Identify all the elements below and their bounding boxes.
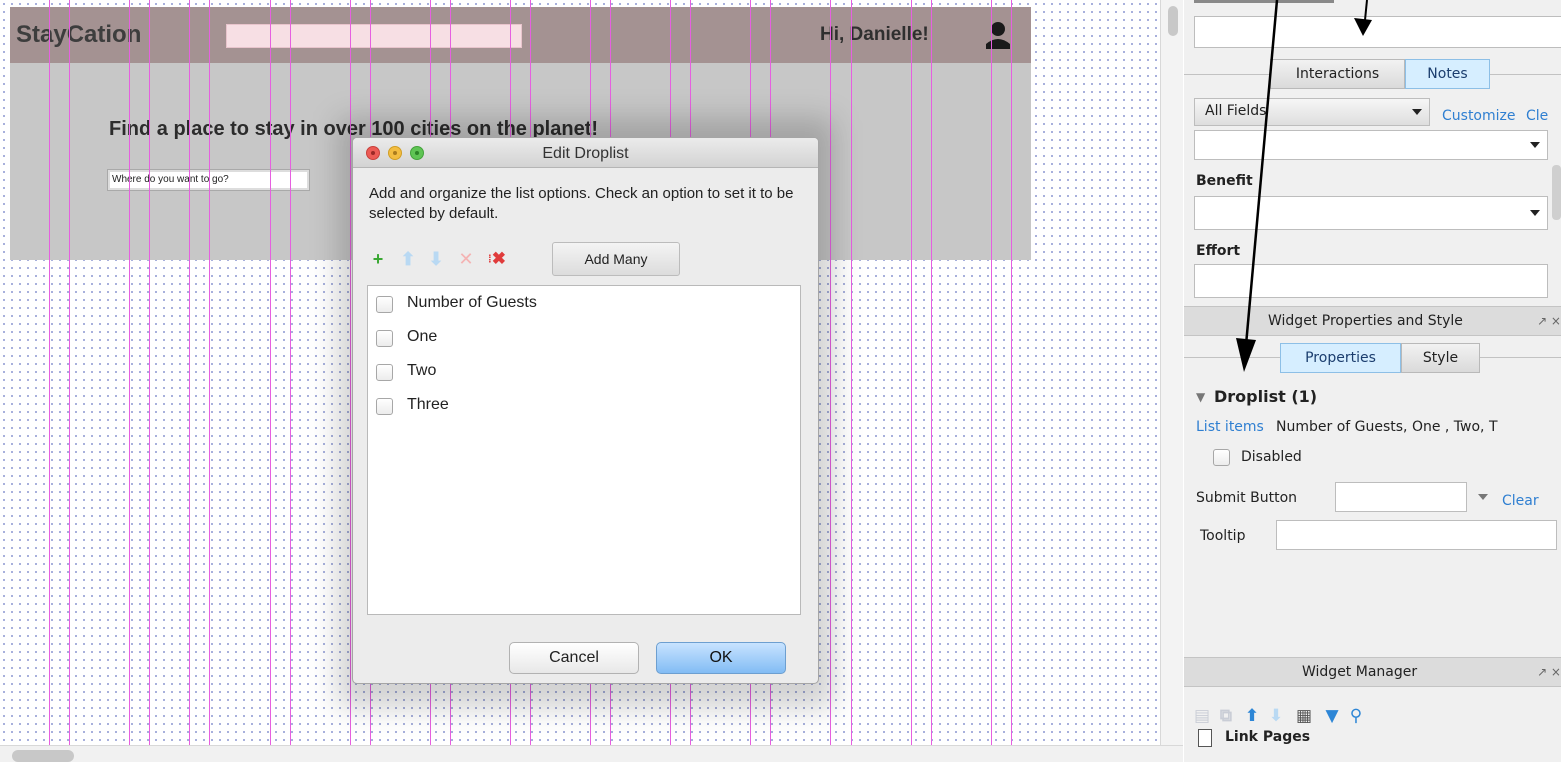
panel-title: Widget Manager [1302,664,1418,680]
option-label: Two [407,362,437,379]
scroll-thumb[interactable] [1168,6,1178,36]
divider [1480,357,1561,358]
widget-properties-header: Widget Properties and Style ↗ × [1184,306,1561,336]
tooltip-input[interactable] [1276,520,1557,550]
divider [1490,74,1561,75]
delete-widget-icon[interactable]: ▦ [1294,706,1314,726]
link-pages-label: Link Pages [1225,729,1311,745]
filter-icon[interactable]: ▼ [1322,706,1342,726]
submit-button-label: Submit Button [1196,490,1298,506]
chevron-down-icon[interactable] [1478,494,1488,500]
cancel-button[interactable]: Cancel [509,642,639,674]
truncated-field-label [1194,0,1334,3]
droplist-name-input[interactable] [1194,16,1561,48]
scroll-thumb[interactable] [12,750,74,762]
chevron-down-icon [1530,210,1540,216]
divider [1184,357,1280,358]
arrow-up-icon[interactable]: ⬆ [399,250,417,268]
arrow-down-icon[interactable]: ⬇ [1266,706,1286,726]
panel-title: Widget Properties and Style [1268,313,1463,329]
benefit-label: Benefit [1196,173,1253,189]
page-icon[interactable]: ▤ [1192,706,1212,726]
list-item[interactable]: Number of Guests [376,292,796,316]
divider [1184,74,1270,75]
tab-properties[interactable]: Properties [1280,343,1401,373]
destination-input[interactable]: Where do you want to go? [107,169,310,191]
note-field-select[interactable] [1194,130,1548,160]
list-items-link[interactable]: List items [1196,419,1264,435]
default-checkbox[interactable] [376,330,393,347]
document-icon [1198,729,1212,747]
tab-interactions[interactable]: Interactions [1270,59,1405,89]
dialog-instructions: Add and organize the list options. Check… [369,185,794,222]
default-checkbox[interactable] [376,296,393,313]
list-item[interactable]: Two [376,360,796,384]
options-list[interactable]: Number of Guests One Two Three [367,285,801,615]
tooltip-label: Tooltip [1200,528,1246,544]
chevron-down-icon [1412,109,1422,115]
brand-logo: StayCation [16,21,142,48]
effort-label: Effort [1196,243,1241,259]
delete-icon[interactable]: ✕ [457,250,475,268]
widget-manager-header: Widget Manager ↗ × [1184,657,1561,687]
dialog-title: Edit Droplist [542,145,629,162]
chevron-down-icon [1530,142,1540,148]
default-checkbox[interactable] [376,398,393,415]
benefit-select[interactable] [1194,196,1548,230]
list-item[interactable]: One [376,326,796,350]
clear-link[interactable]: Clear [1502,493,1539,509]
arrow-up-icon[interactable]: ⬆ [1242,706,1262,726]
default-checkbox[interactable] [376,364,393,381]
plus-icon[interactable]: + [369,250,387,268]
tab-notes[interactable]: Notes [1405,59,1490,89]
list-toolbar: + ⬆ ⬇ ✕ ⁞✖ Add Many [369,242,689,276]
user-icon[interactable] [983,20,1013,50]
header-search-box[interactable] [226,24,522,48]
submit-button-input[interactable] [1335,482,1467,512]
ok-button[interactable]: OK [656,642,786,674]
canvas-horizontal-scrollbar[interactable] [0,745,1183,762]
triangle-down-icon[interactable]: ▼ [1196,390,1205,404]
section-title: Droplist (1) [1214,387,1318,406]
customize-link[interactable]: Customize [1442,108,1516,124]
option-label: Number of Guests [407,294,537,311]
panel-scroll-thumb[interactable] [1552,165,1561,220]
panel-window-controls[interactable]: ↗ × [1537,665,1561,679]
panel-window-controls[interactable]: ↗ × [1537,314,1561,328]
effort-input[interactable] [1194,264,1548,298]
canvas-vertical-scrollbar[interactable] [1160,0,1183,745]
fields-filter-value: All Fields [1205,103,1267,119]
inspector-panel: Interactions Notes All Fields Customize … [1184,0,1561,762]
disabled-checkbox[interactable] [1213,449,1230,466]
copy-icon[interactable]: ⧉ [1216,706,1236,726]
arrow-down-icon[interactable]: ⬇ [427,250,445,268]
search-icon[interactable]: ⚲ [1346,706,1366,726]
disabled-label: Disabled [1241,449,1302,465]
option-label: Three [407,396,449,413]
option-label: One [407,328,438,345]
list-item[interactable]: Three [376,394,796,418]
fields-filter-select[interactable]: All Fields [1194,98,1430,126]
add-many-button[interactable]: Add Many [552,242,680,276]
delete-all-icon[interactable]: ⁞✖ [482,250,512,268]
tab-style[interactable]: Style [1401,343,1480,373]
edit-droplist-dialog: Edit Droplist Add and organize the list … [352,137,819,684]
clear-fields-link[interactable]: Cle [1526,108,1548,124]
list-items-value: Number of Guests, One , Two, T [1276,419,1498,435]
user-greeting: Hi, Danielle! [820,24,929,45]
app-window: StayCation Hi, Danielle! Find a place to… [0,0,1561,762]
dialog-titlebar[interactable]: Edit Droplist [353,138,818,168]
